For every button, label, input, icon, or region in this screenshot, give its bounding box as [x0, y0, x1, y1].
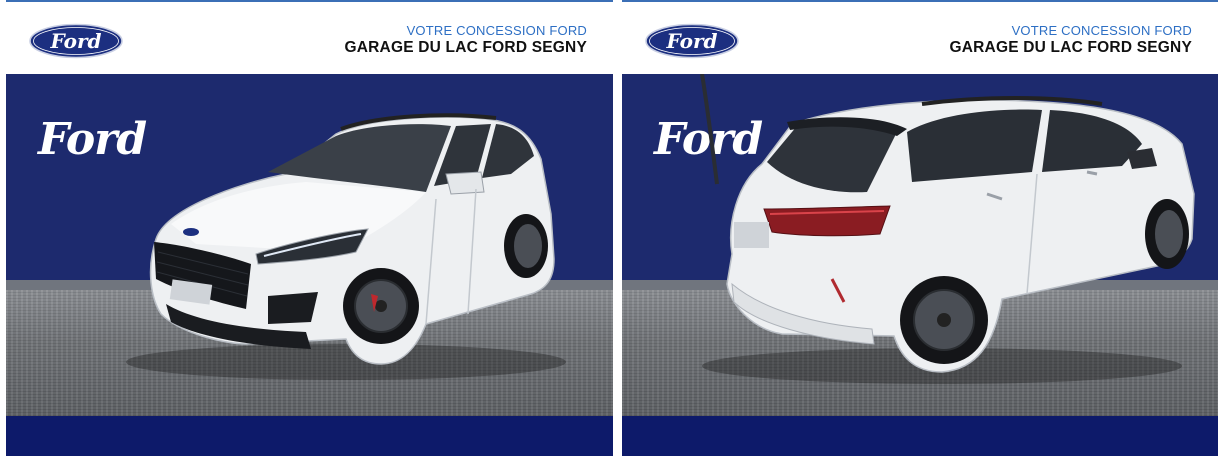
oval-text: Ford [50, 29, 102, 53]
dealer-title: VOTRE CONCESSION FORD GARAGE DU LAC FORD… [345, 23, 587, 57]
vehicle-photo-front[interactable]: Ford VOTRE CONCESSION FORD GARAGE DU LAC… [6, 0, 613, 456]
ford-oval-logo-icon: Ford [645, 23, 739, 59]
vehicle-photo-rear[interactable]: Ford VOTRE CONCESSION FORD GARAGE DU LAC… [622, 0, 1218, 456]
dealer-name: GARAGE DU LAC FORD SEGNY [949, 39, 1192, 56]
photo-image: Ford [622, 74, 1218, 456]
dealer-subtitle: VOTRE CONCESSION FORD [1011, 23, 1192, 38]
photo-gallery: Ford VOTRE CONCESSION FORD GARAGE DU LAC… [0, 0, 1221, 456]
photo-header: Ford VOTRE CONCESSION FORD GARAGE DU LAC… [622, 0, 1218, 74]
photo-image: Ford [6, 74, 613, 456]
ford-oval-logo-icon: Ford [29, 23, 123, 59]
dealer-name: GARAGE DU LAC FORD SEGNY [344, 39, 587, 56]
photo-header: Ford VOTRE CONCESSION FORD GARAGE DU LAC… [6, 0, 613, 74]
car-rear-view-icon [700, 74, 1195, 384]
car-front-view-icon [126, 113, 566, 380]
dealer-title: VOTRE CONCESSION FORD GARAGE DU LAC FORD… [950, 23, 1192, 57]
oval-text: Ford [666, 29, 718, 53]
dealer-subtitle: VOTRE CONCESSION FORD [406, 23, 587, 38]
